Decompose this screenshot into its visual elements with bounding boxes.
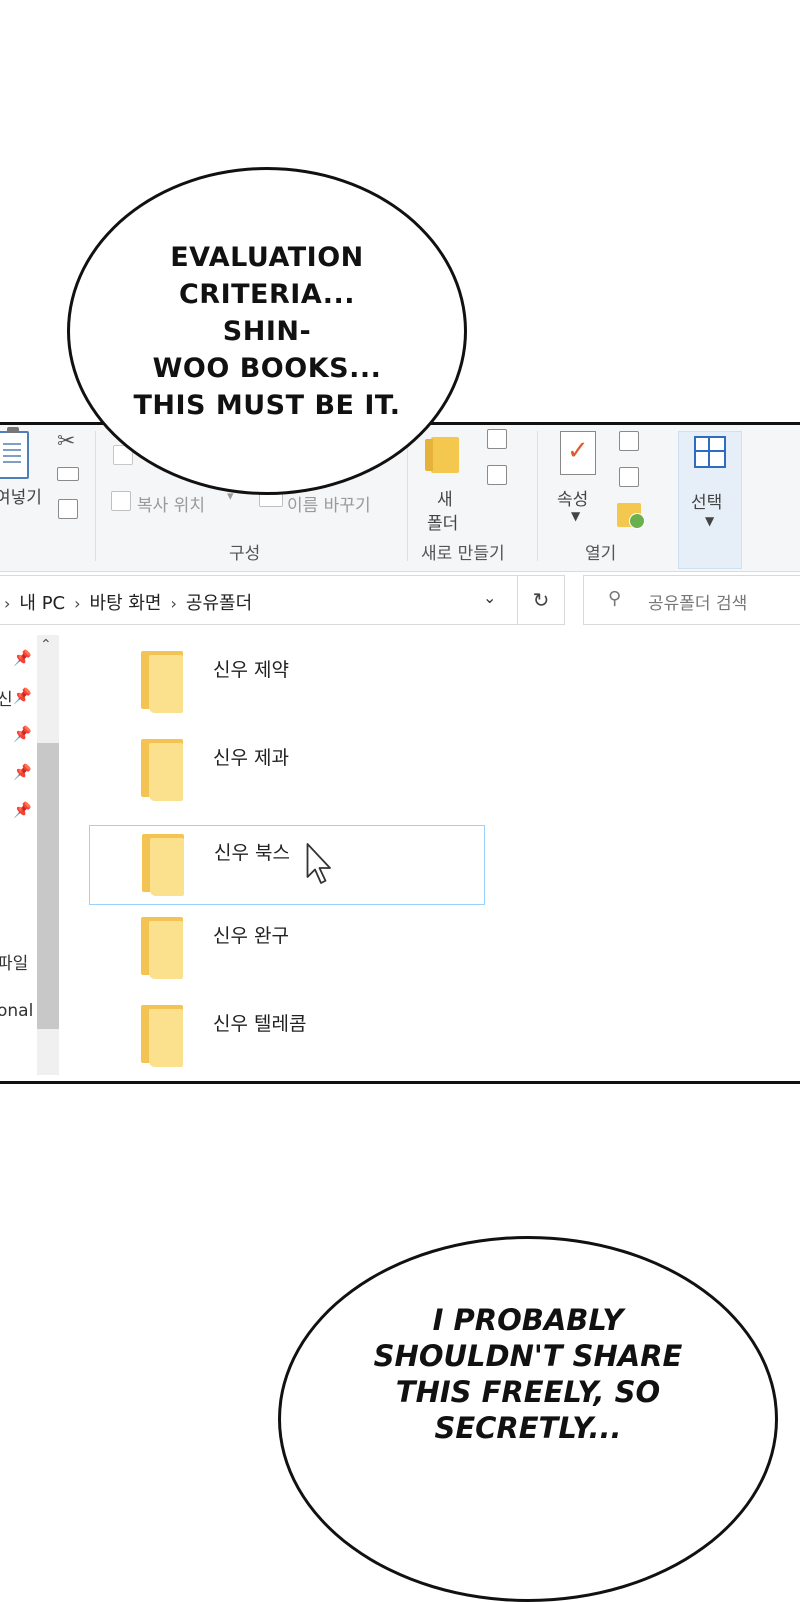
speech-bubble-top-text: EVALUATION CRITERIA... SHIN- WOO BOOKS..… — [133, 241, 401, 421]
chevron-right-icon: › — [74, 594, 81, 613]
pin-icon: 📌 — [13, 725, 32, 743]
chevron-right-icon: › — [4, 594, 11, 613]
group-separator — [95, 431, 96, 561]
paste-icon[interactable] — [0, 427, 29, 479]
speech-bubble-bottom: I PROBABLY SHOULDN'T SHARE THIS FREELY, … — [278, 1236, 778, 1602]
breadcrumb: › 내 PC › 바탕 화면 › 공유폴더 — [4, 589, 252, 615]
properties-icon[interactable] — [560, 431, 596, 475]
paste-label[interactable]: 여넣기 — [0, 483, 42, 508]
group-separator — [407, 431, 408, 561]
easy-access-icon[interactable] — [487, 465, 507, 485]
clock-icon — [629, 513, 645, 529]
group-organize-label: 구성 — [229, 544, 261, 564]
copy-path-label[interactable]: 복사 위치 — [137, 491, 205, 516]
nav-item-label[interactable]: onal — [0, 1001, 33, 1021]
new-folder-icon[interactable] — [425, 437, 459, 473]
scroll-up-icon[interactable]: ⌃ — [40, 637, 52, 653]
group-open-label: 열기 — [585, 544, 617, 564]
chevron-down-icon[interactable]: ⌄ — [483, 588, 496, 607]
nav-item-label[interactable]: 신 — [0, 685, 13, 710]
folder-item[interactable]: 신우 제과 — [89, 731, 483, 809]
speech-bubble-bottom-text: I PROBABLY SHOULDN'T SHARE THIS FREELY, … — [373, 1303, 683, 1445]
cut-icon[interactable]: ✂ — [57, 429, 75, 454]
select-grid-icon — [694, 436, 726, 468]
folder-name: 신우 제약 — [213, 659, 289, 681]
select-button[interactable]: 선택 ▼ — [678, 431, 742, 569]
chevron-right-icon: › — [170, 594, 177, 613]
breadcrumb-item[interactable]: 공유폴더 — [186, 593, 252, 614]
search-icon: ⚲ — [608, 588, 622, 609]
folder-name: 신우 제과 — [213, 747, 289, 769]
chevron-down-icon: ▼ — [705, 514, 715, 528]
breadcrumb-item[interactable]: 내 PC — [19, 593, 65, 614]
rename-label[interactable]: 이름 바꾸기 — [287, 491, 371, 516]
speech-bubble-top: EVALUATION CRITERIA... SHIN- WOO BOOKS..… — [67, 167, 467, 495]
pin-icon: 📌 — [13, 649, 32, 667]
folder-item[interactable]: 신우 텔레콤 — [89, 997, 483, 1075]
edit-icon[interactable] — [619, 467, 639, 487]
folder-item[interactable]: 신우 완구 — [89, 909, 483, 987]
new-item-icon[interactable] — [487, 429, 507, 449]
folder-icon — [141, 1005, 183, 1067]
folder-icon — [142, 834, 184, 896]
file-explorer-panel: 여넣기 ✂ 복사 위치 ▾ 이름 바꾸기 구성 새 폴더 새로 만들기 속성 ▼… — [0, 422, 800, 1084]
chevron-down-icon: ▼ — [571, 509, 581, 523]
pin-icon: 📌 — [13, 801, 32, 819]
folder-name: 신우 완구 — [213, 925, 289, 947]
refresh-icon[interactable]: ↻ — [517, 576, 564, 624]
paste-shortcut-icon[interactable] — [58, 499, 78, 519]
search-box[interactable]: ⚲ 공유폴더 검색 — [583, 575, 800, 625]
address-bar[interactable]: › 내 PC › 바탕 화면 › 공유폴더 ⌄ ↻ — [0, 575, 565, 625]
mouse-cursor-icon — [306, 843, 331, 884]
rename-icon[interactable] — [259, 493, 283, 507]
copy-icon[interactable] — [57, 467, 79, 481]
folder-icon — [141, 917, 183, 979]
folder-name: 신우 북스 — [214, 842, 290, 864]
pin-icon: 📌 — [13, 687, 32, 705]
folder-item[interactable]: 신우 제약 — [89, 643, 483, 721]
search-input[interactable]: 공유폴더 검색 — [648, 589, 747, 614]
breadcrumb-item[interactable]: 바탕 화면 — [90, 593, 162, 614]
new-folder-label-1[interactable]: 새 — [437, 485, 453, 510]
new-folder-label-2[interactable]: 폴더 — [427, 509, 458, 534]
folder-icon — [141, 651, 183, 713]
folder-name: 신우 텔레콤 — [213, 1013, 307, 1035]
nav-scroll-thumb[interactable] — [37, 743, 59, 1029]
pin-icon: 📌 — [13, 763, 32, 781]
group-separator — [537, 431, 538, 561]
group-new-label: 새로 만들기 — [421, 544, 505, 564]
properties-label[interactable]: 속성 — [557, 485, 588, 510]
copy-path-icon[interactable] — [111, 491, 131, 511]
open-icon[interactable] — [619, 431, 639, 451]
folder-item-selected[interactable]: 신우 북스 — [89, 825, 485, 905]
select-label: 선택 — [691, 493, 723, 513]
nav-item-label[interactable]: 파일 — [0, 949, 28, 974]
folder-icon — [141, 739, 183, 801]
